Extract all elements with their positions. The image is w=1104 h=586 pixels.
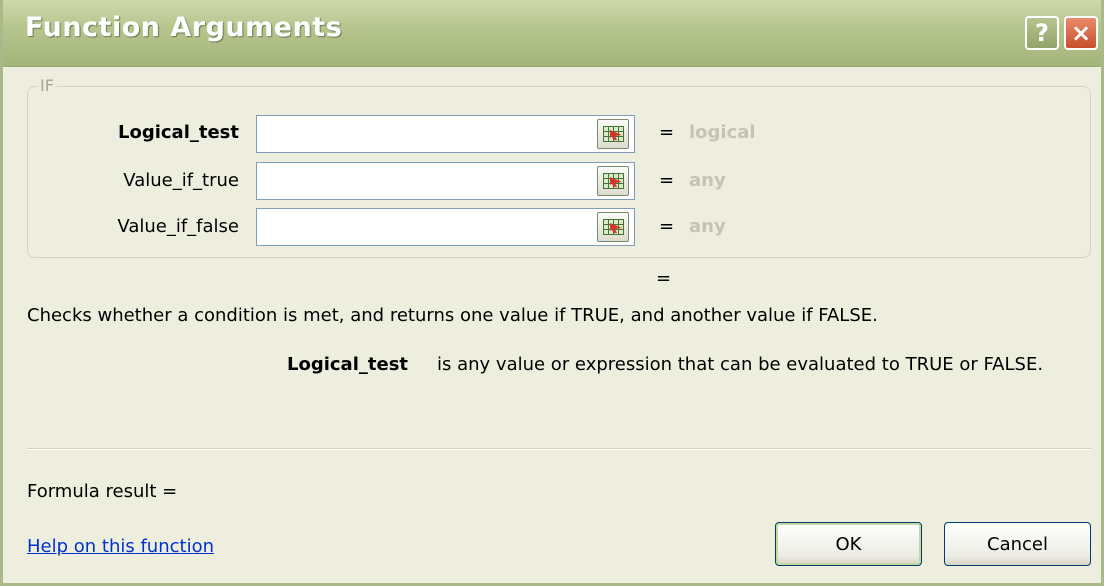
arg-equals: = — [659, 216, 675, 237]
close-button[interactable]: × — [1064, 16, 1098, 50]
arg-equals: = — [659, 170, 675, 191]
arg-type-hint: logical — [689, 122, 756, 143]
function-result-equals: = — [656, 268, 672, 289]
formula-result-label: Formula result = — [27, 481, 178, 502]
arg-type-hint: any — [689, 170, 726, 191]
function-name: IF — [37, 76, 57, 95]
dialog-title: Function Arguments — [25, 12, 343, 43]
function-arguments-dialog: Function Arguments ? × IF Logical_test =… — [0, 0, 1104, 586]
arg-type-hint: any — [689, 216, 726, 237]
value-if-false-input[interactable] — [256, 208, 635, 246]
close-icon: × — [1070, 19, 1092, 47]
help-button[interactable]: ? — [1025, 16, 1059, 50]
divider — [27, 448, 1091, 450]
arg-equals: = — [659, 122, 675, 143]
argument-help-text: is any value or expression that can be e… — [437, 354, 1044, 375]
help-on-function-link[interactable]: Help on this function — [27, 536, 214, 557]
title-bar[interactable]: Function Arguments ? × — [3, 0, 1101, 67]
argument-help-name: Logical_test — [287, 354, 409, 375]
arg-label-value-if-false: Value_if_false — [117, 216, 239, 237]
logical-test-input[interactable] — [256, 115, 635, 153]
question-icon: ? — [1035, 19, 1049, 47]
arg-label-value-if-true: Value_if_true — [123, 170, 239, 191]
collapse-dialog-button-value-if-true[interactable] — [597, 166, 629, 196]
cancel-button[interactable]: Cancel — [944, 522, 1091, 566]
value-if-true-input[interactable] — [256, 162, 635, 200]
ok-button[interactable]: OK — [775, 522, 922, 566]
collapse-dialog-button-value-if-false[interactable] — [597, 212, 629, 242]
collapse-dialog-button-logical-test[interactable] — [597, 119, 629, 149]
arg-label-logical-test: Logical_test — [117, 122, 239, 143]
function-description: Checks whether a condition is met, and r… — [27, 305, 878, 326]
